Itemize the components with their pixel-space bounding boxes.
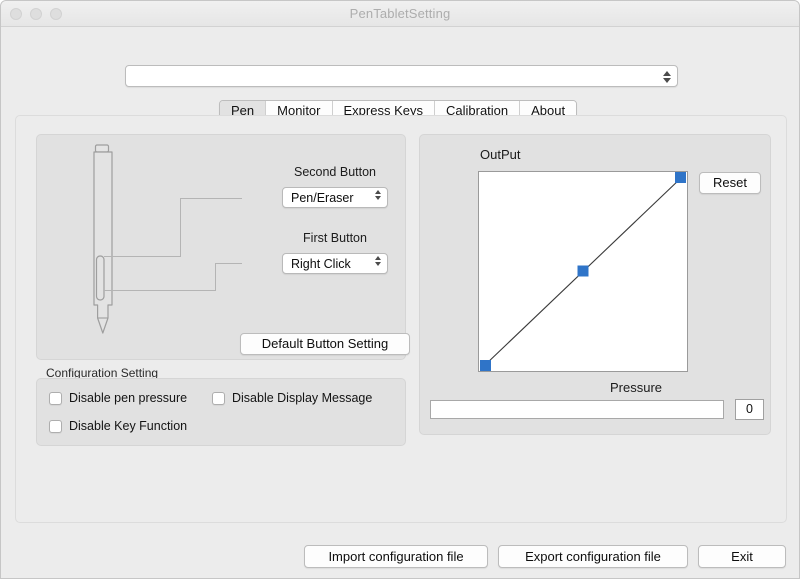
configuration-setting-group: Disable pen pressure Disable Display Mes… <box>36 378 406 446</box>
chevron-up-icon <box>375 256 381 260</box>
curve-handle-end[interactable] <box>675 172 686 183</box>
first-button-select[interactable]: Right Click <box>282 253 388 274</box>
chevron-up-icon <box>375 190 381 194</box>
pressure-label: Pressure <box>610 380 663 395</box>
disable-key-function-label: Disable Key Function <box>69 419 188 433</box>
first-button-stepper-icon[interactable] <box>375 256 381 266</box>
disable-pen-pressure-label: Disable pen pressure <box>69 391 188 405</box>
leader-line-second-h1 <box>104 256 180 257</box>
device-selector-stepper-icon[interactable] <box>661 68 672 86</box>
pen-button-settings-group: Second Button Pen/Eraser First Button Ri… <box>36 134 410 360</box>
import-configuration-file-button[interactable]: Import configuration file <box>304 545 488 568</box>
curve-handle-middle[interactable] <box>577 265 589 277</box>
curve-handle-start[interactable] <box>480 360 491 371</box>
leader-line-first-v <box>215 263 216 291</box>
second-button-stepper-icon[interactable] <box>375 190 381 200</box>
title-bar: PenTabletSetting <box>1 1 799 27</box>
checkbox-row-disable-key-function[interactable]: Disable Key Function <box>49 419 187 433</box>
output-title: OutPut <box>480 147 521 162</box>
tab-content-pane: Second Button Pen/Eraser First Button Ri… <box>15 115 787 523</box>
second-button-value: Pen/Eraser <box>291 191 354 205</box>
second-button-label: Second Button <box>293 165 376 179</box>
stylus-pen-illustration <box>93 144 113 334</box>
chevron-down-icon <box>662 78 671 83</box>
disable-display-message-checkbox[interactable] <box>212 391 225 405</box>
disable-display-message-label: Disable Display Message <box>232 391 373 405</box>
pressure-response-chart[interactable] <box>478 171 688 372</box>
chevron-down-icon <box>375 262 381 266</box>
device-selector-combobox[interactable] <box>125 65 678 87</box>
pressure-value-field: 0 <box>735 399 764 420</box>
leader-line-second-h2 <box>180 198 242 199</box>
window-title: PenTabletSetting <box>349 6 451 21</box>
leader-line-first-h2 <box>215 263 242 264</box>
checkbox-row-disable-pen-pressure[interactable]: Disable pen pressure <box>49 391 187 405</box>
output-pressure-group: OutPut Reset Pressure 0 <box>419 134 771 435</box>
export-configuration-file-button[interactable]: Export configuration file <box>498 545 688 568</box>
checkbox-row-disable-display-message[interactable]: Disable Display Message <box>212 391 372 405</box>
disable-pen-pressure-checkbox[interactable] <box>49 391 62 405</box>
exit-button[interactable]: Exit <box>698 545 786 568</box>
first-button-value: Right Click <box>291 257 351 271</box>
pressure-level-bar <box>430 400 724 419</box>
chevron-up-icon <box>662 71 671 76</box>
leader-line-first-h1 <box>104 290 215 291</box>
window-body: Pen Monitor Express Keys Calibration Abo… <box>1 27 799 578</box>
first-button-label: First Button <box>303 231 367 245</box>
second-button-select[interactable]: Pen/Eraser <box>282 187 388 208</box>
default-button-setting-button[interactable]: Default Button Setting <box>240 333 410 355</box>
chevron-down-icon <box>375 196 381 200</box>
disable-key-function-checkbox[interactable] <box>49 419 62 433</box>
reset-button[interactable]: Reset <box>699 172 761 194</box>
leader-line-second-v <box>180 198 181 257</box>
app-window: PenTabletSetting Pen Monitor Express Key… <box>0 0 800 579</box>
